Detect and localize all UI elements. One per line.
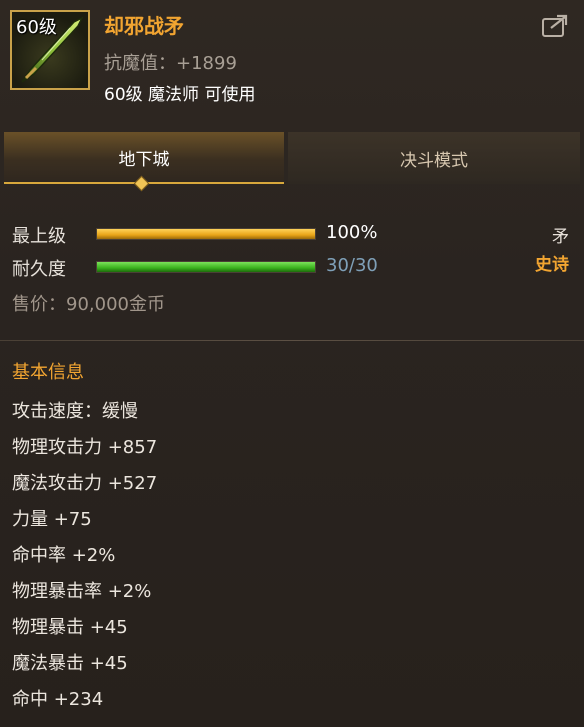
mode-tabs: 地下城 决斗模式 — [0, 132, 584, 192]
tab-pvp-label: 决斗模式 — [400, 150, 468, 171]
level-value: 100% — [326, 222, 378, 243]
tab-pvp[interactable]: 决斗模式 — [288, 132, 580, 184]
level-bar-fill — [97, 229, 315, 239]
tab-dungeon[interactable]: 地下城 — [4, 132, 284, 184]
item-name: 却邪战矛 — [104, 14, 184, 38]
item-tooltip-panel: 60级 却邪战矛 抗魔值：+1899 60级 魔法师 可使用 地下城 决斗模式 … — [0, 0, 584, 727]
item-rarity: 史诗 — [535, 255, 569, 275]
attribute-item: 物理暴击率 +2% — [12, 581, 152, 602]
level-label: 最上级 — [12, 226, 66, 247]
item-requirement: 60级 魔法师 可使用 — [104, 85, 256, 105]
attribute-item: 物理攻击力 +857 — [12, 437, 158, 458]
attribute-item: 魔法暴击 +45 — [12, 653, 128, 674]
attribute-item: 命中 +234 — [12, 689, 104, 710]
item-level-tag: 60级 — [16, 17, 57, 38]
durability-label: 耐久度 — [12, 259, 66, 280]
attribute-list: 攻击速度：缓慢 物理攻击力 +857 魔法攻击力 +527 力量 +75 命中率… — [12, 394, 157, 718]
attribute-item: 命中率 +2% — [12, 545, 116, 566]
item-magic-resist: 抗魔值：+1899 — [104, 53, 237, 74]
durability-bar — [96, 261, 316, 273]
attribute-item: 攻击速度：缓慢 — [12, 401, 138, 422]
basic-info-title: 基本信息 — [12, 362, 84, 383]
attribute-item: 魔法攻击力 +527 — [12, 473, 158, 494]
tab-dungeon-label: 地下城 — [118, 149, 170, 170]
item-type: 矛 — [552, 227, 569, 247]
durability-value: 30/30 — [326, 255, 378, 276]
section-divider — [0, 340, 584, 341]
item-header: 60级 却邪战矛 抗魔值：+1899 60级 魔法师 可使用 — [0, 0, 584, 120]
share-icon[interactable] — [541, 14, 569, 38]
durability-bar-fill — [97, 262, 315, 272]
sell-price: 售价：90,000金币 — [12, 294, 165, 315]
attribute-item: 力量 +75 — [12, 509, 92, 530]
attribute-item: 物理暴击 +45 — [12, 617, 128, 638]
level-bar — [96, 228, 316, 240]
item-icon-frame[interactable]: 60级 — [10, 10, 90, 90]
